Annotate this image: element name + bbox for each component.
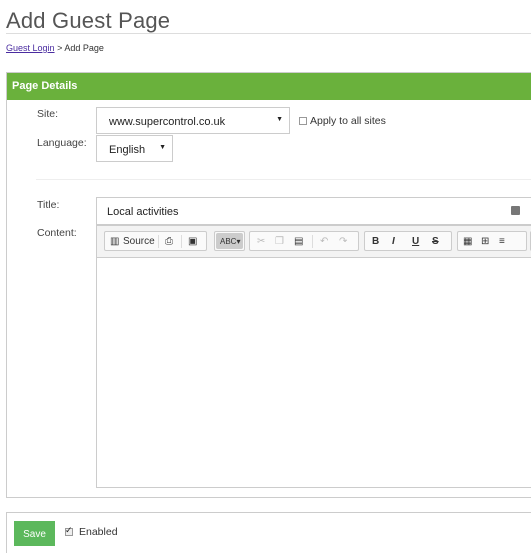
toolbar-group-spellcheck: ABC▾ (214, 231, 245, 251)
table-icon[interactable]: ⊞ (481, 235, 489, 248)
site-select-value: www.supercontrol.co.uk (109, 116, 226, 128)
apply-all-sites-checkbox[interactable] (299, 117, 307, 125)
redo-icon[interactable]: ↷ (339, 235, 347, 248)
title-label: Title: (37, 199, 60, 211)
paste-icon[interactable]: ▤ (294, 235, 303, 248)
preview-icon[interactable]: ▣ (188, 235, 197, 248)
strikethrough-icon[interactable]: S (432, 235, 439, 248)
toolbar-group-formatting: B I U S (364, 231, 452, 251)
print-icon[interactable]: ⎙ (165, 235, 173, 248)
toolbar-group-clipboard: ✂ ❐ ▤ ↶ ↷ (249, 231, 359, 251)
language-label: Language: (37, 137, 87, 149)
panel-heading: Page Details (7, 73, 531, 100)
form-footer: Save Enabled (6, 512, 531, 553)
toolbar-separator (312, 235, 313, 248)
content-label: Content: (37, 227, 77, 239)
language-select-value: English (109, 144, 146, 156)
copy-icon[interactable]: ❐ (275, 235, 284, 248)
breadcrumb-separator: > (57, 43, 63, 53)
source-button[interactable]: Source (123, 235, 155, 248)
chevron-down-icon: ▼ (159, 144, 166, 151)
breadcrumb: Guest Login > Add Page (6, 43, 104, 53)
toolbar-separator (181, 235, 182, 248)
breadcrumb-guest-login-link[interactable]: Guest Login (6, 43, 55, 53)
content-editor[interactable]: ▥ Source ⎙ ▣ ABC▾ ✂ ❐ ▤ ↶ ↷ B I U S ▦ ⊞ (96, 225, 531, 488)
chevron-down-icon: ▼ (276, 116, 283, 123)
spellcheck-icon[interactable]: ABC▾ (220, 235, 240, 248)
title-divider (6, 33, 531, 34)
enabled-checkbox[interactable] (65, 525, 73, 536)
undo-icon[interactable]: ↶ (320, 235, 328, 248)
language-select[interactable]: English ▼ (96, 135, 173, 162)
section-divider (36, 179, 531, 180)
page-title: Add Guest Page (6, 8, 171, 33)
breadcrumb-current: Add Page (64, 43, 104, 53)
image-icon[interactable]: ▦ (463, 235, 472, 248)
bold-icon[interactable]: B (372, 235, 379, 248)
toolbar-group-insert: ▦ ⊞ ≡ (457, 231, 527, 251)
editor-toolbar: ▥ Source ⎙ ▣ ABC▾ ✂ ❐ ▤ ↶ ↷ B I U S ▦ ⊞ (97, 226, 531, 258)
title-input[interactable]: Local activities (96, 197, 531, 225)
field-options-icon[interactable] (511, 206, 520, 215)
title-input-value: Local activities (107, 206, 179, 218)
underline-icon[interactable]: U (412, 235, 419, 248)
source-icon: ▥ (110, 236, 120, 247)
toolbar-group-document: ▥ Source ⎙ ▣ (104, 231, 207, 251)
enabled-label: Enabled (79, 526, 118, 538)
save-button[interactable]: Save (14, 521, 55, 546)
apply-all-sites-label: Apply to all sites (310, 115, 386, 127)
italic-icon[interactable]: I (392, 235, 395, 248)
site-select[interactable]: www.supercontrol.co.uk ▼ (96, 107, 290, 134)
site-label: Site: (37, 108, 59, 120)
toolbar-separator (158, 235, 159, 248)
horizontal-line-icon[interactable]: ≡ (499, 235, 505, 248)
cut-icon[interactable]: ✂ (257, 235, 265, 248)
